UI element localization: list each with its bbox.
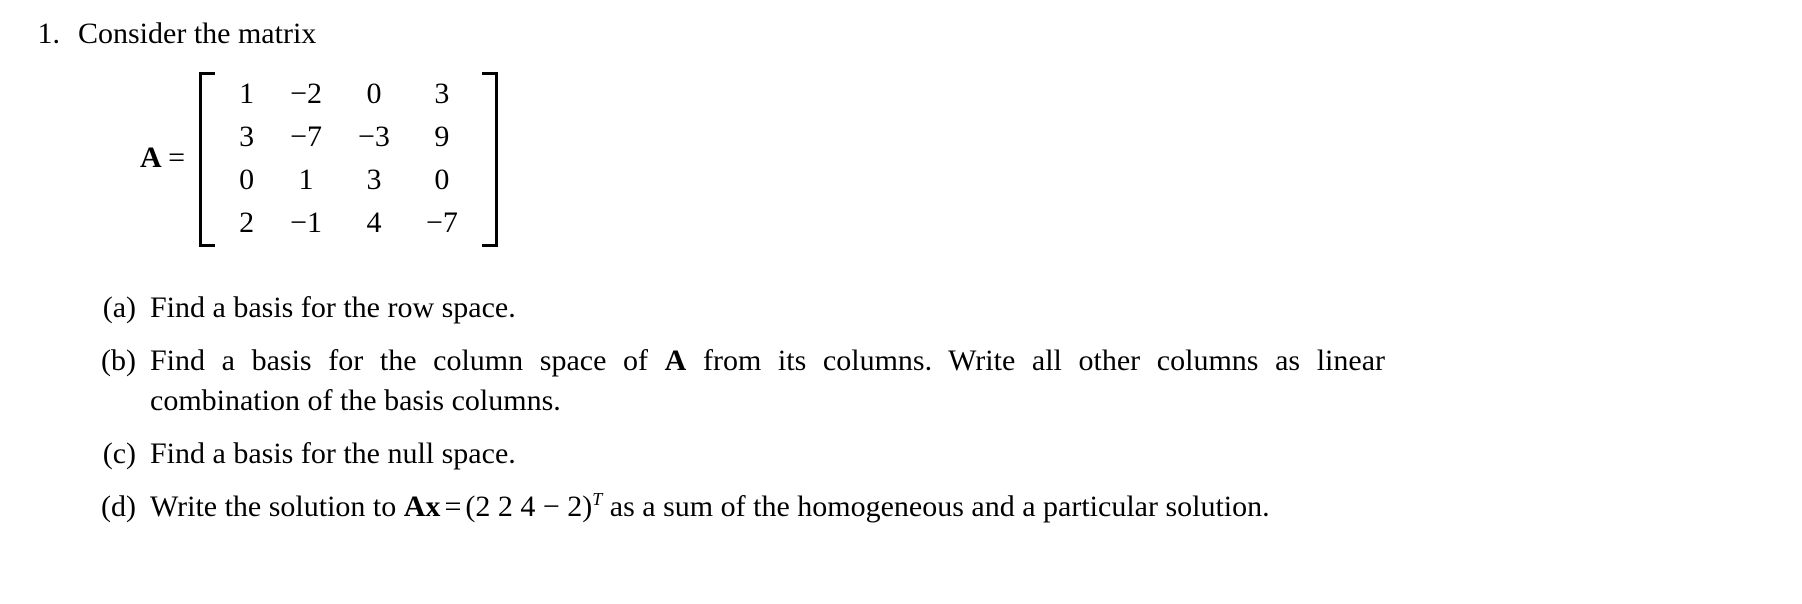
matrix-cell: 0 — [434, 163, 450, 196]
matrix-row: 2 −1 4 −7 — [221, 201, 476, 244]
vector-entries: 2 2 4 − 2 — [475, 490, 583, 523]
matrix-row: 3 −7 −3 9 — [221, 115, 476, 158]
vector-close-paren: ) — [582, 490, 593, 523]
document-page: 1. Consider the matrix A = 1 −2 0 3 3 −7… — [0, 0, 1802, 604]
equals-sign: = — [444, 490, 462, 523]
matrix-cell: 3 — [366, 163, 382, 196]
matrix-cell: 9 — [434, 120, 450, 153]
matrix-grid: 1 −2 0 3 3 −7 −3 9 0 1 3 0 2 −1 4 −7 — [221, 72, 476, 244]
problem-stem-text: Consider the matrix — [78, 17, 317, 50]
problem-number: 1. — [37, 17, 61, 50]
matrix-cell: 2 — [239, 206, 255, 239]
list-item-c: (c) Find a basis for the null space. — [0, 434, 1802, 474]
list-item-d: (d) Write the solution to Ax = (2 2 4 − 2)… — [0, 487, 1802, 527]
matrix-right-bracket — [481, 72, 498, 244]
item-label-d: (d) — [101, 490, 136, 523]
list-item-a: (a) Find a basis for the row space. — [0, 288, 1802, 328]
item-text-a: Find a basis for the row space. — [150, 291, 516, 324]
matrix-left-bracket — [199, 72, 216, 244]
vector-open-paren: ( — [465, 490, 476, 523]
item-d-text-before: Write the solution to — [150, 490, 404, 523]
list-item-b: (b) Find a basis for the column space of… — [0, 341, 1802, 421]
matrix-cell: −3 — [358, 120, 390, 153]
matrix-display: A = 1 −2 0 3 3 −7 −3 9 0 1 3 0 2 −1 4 −7 — [0, 72, 1802, 244]
item-label-b: (b) — [101, 344, 136, 377]
matrix-cell: −1 — [290, 206, 323, 239]
matrix-equation: A = 1 −2 0 3 3 −7 −3 9 0 1 3 0 2 −1 4 −7 — [140, 72, 498, 244]
item-label-c: (c) — [102, 437, 136, 470]
matrix-cell: −2 — [290, 77, 323, 110]
problem-heading-row: 1. Consider the matrix — [0, 0, 1802, 54]
matrix-cell: −7 — [290, 120, 323, 153]
matrix-cell: 3 — [239, 120, 255, 153]
item-text-c: Find a basis for the null space. — [150, 437, 516, 470]
matrix-equals-sign: = — [168, 141, 186, 174]
transpose-superscript: T — [592, 489, 603, 509]
item-b-text-before: Find a basis for the column space of — [150, 344, 665, 377]
matrix-cell: 0 — [366, 77, 382, 110]
matrix-cell: 3 — [434, 77, 450, 110]
equation-ax-equals-vector: Ax = (2 2 4 − 2)T — [404, 490, 603, 523]
item-d-text-after: as a sum of the homogeneous and a partic… — [602, 490, 1270, 523]
matrix-symbol-a: A — [664, 344, 687, 377]
matrix-cell: 0 — [239, 163, 255, 196]
item-text-d: Write the solution to Ax = (2 2 4 − 2)T as… — [150, 487, 1270, 527]
item-text-b: Find a basis for the column space of A f… — [150, 341, 1385, 421]
matrix-row: 1 −2 0 3 — [221, 72, 476, 115]
item-label-a: (a) — [102, 291, 136, 324]
matrix-cell: 1 — [239, 77, 255, 110]
matrix-cell: 4 — [366, 206, 382, 239]
matrix-cell: −7 — [425, 206, 458, 239]
matrix-row: 0 1 3 0 — [221, 158, 476, 201]
subproblem-list: (a) Find a basis for the row space. (b) … — [0, 288, 1802, 540]
matrix-cell: 1 — [298, 163, 314, 196]
matrix-vector-symbol-ax: Ax — [403, 490, 441, 523]
problem-statement: 1. Consider the matrix — [0, 0, 1802, 54]
matrix-name-label: A — [140, 141, 163, 174]
